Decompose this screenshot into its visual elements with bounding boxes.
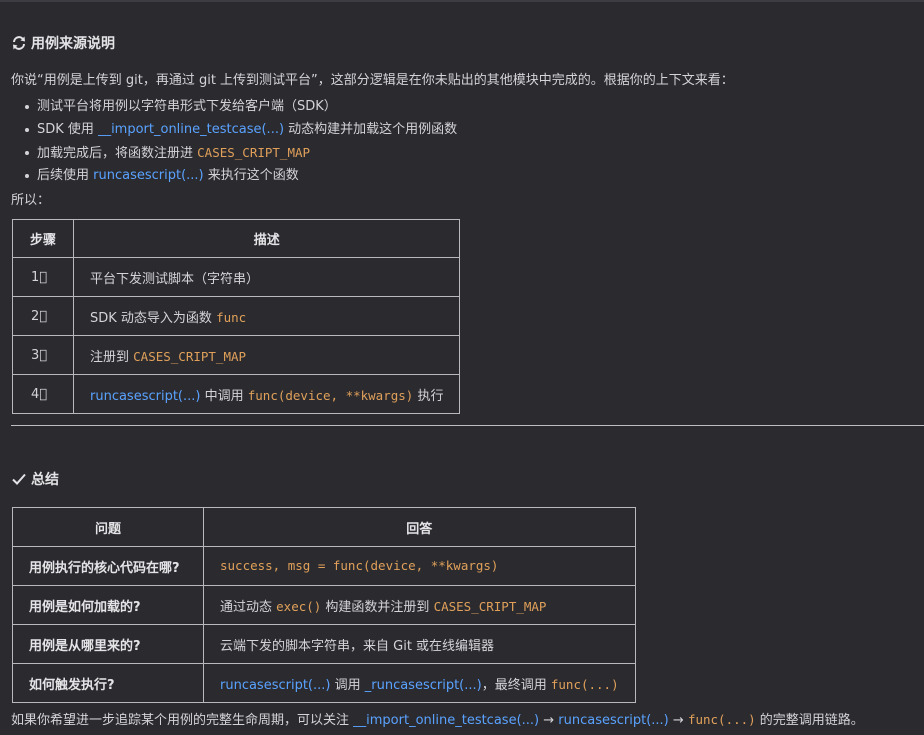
list-item: SDK 使用 __import_online_testcase(...) 动态构…: [25, 118, 457, 141]
code-link[interactable]: runcasescript(...): [220, 678, 330, 693]
code-link[interactable]: _runcasescript(...): [365, 678, 482, 693]
inline-code: CASES_CRIPT_MAP: [433, 598, 547, 614]
question-cell: 如何触发执行?: [12, 663, 204, 703]
inline-code: success, msg = func(device, **kwargs): [220, 558, 499, 573]
code-link[interactable]: runcasescript(...): [558, 713, 668, 728]
column-header: 步骤: [12, 219, 74, 258]
step-number: 2⃣: [12, 296, 74, 336]
table-row: 2⃣ SDK 动态导入为函数 func: [12, 296, 461, 336]
list-item: 后续使用 runcasescript(...) 来执行这个函数: [25, 164, 457, 187]
answer-cell: runcasescript(...) 调用 _runcasescript(...…: [203, 663, 636, 703]
inline-code: func: [216, 309, 247, 325]
steps-table: 步骤 描述 1⃣ 平台下发测试脚本（字符串） 2⃣ SDK 动态导入为函数 fu…: [12, 219, 461, 414]
column-header: 问题: [12, 507, 204, 547]
bullet-list: 测试平台将用例以字符串形式下发给客户端（SDK） SDK 使用 __import…: [25, 95, 457, 187]
table-row: 3⃣ 注册到 CASES_CRIPT_MAP: [12, 335, 461, 375]
code-link[interactable]: runcasescript(...): [90, 389, 200, 404]
step-description: 平台下发测试脚本（字符串）: [72, 257, 461, 297]
step-number: 3⃣: [12, 335, 74, 375]
column-header: 描述: [72, 219, 461, 258]
step-number: 4⃣: [12, 374, 74, 414]
step-number: 1⃣: [12, 257, 74, 297]
table-row: 1⃣ 平台下发测试脚本（字符串）: [12, 257, 461, 297]
summary-table: 问题 回答 用例执行的核心代码在哪? success, msg = func(d…: [12, 507, 636, 703]
code-link[interactable]: __import_online_testcase(...): [98, 122, 284, 137]
answer-cell: 云端下发的脚本字符串，来自 Git 或在线编辑器: [203, 624, 636, 664]
footer-paragraph: 如果你希望进一步追踪某个用例的完整生命周期，可以关注 __import_onli…: [11, 712, 864, 728]
answer-cell: success, msg = func(device, **kwargs): [203, 546, 636, 586]
list-item: 测试平台将用例以字符串形式下发给客户端（SDK）: [25, 95, 457, 118]
section-title: 用例来源说明: [31, 36, 115, 52]
divider: [11, 425, 924, 426]
list-item: 加载完成后，将函数注册进 CASES_CRIPT_MAP: [25, 141, 457, 164]
inline-code: CASES_CRIPT_MAP: [197, 145, 311, 160]
inline-code: func(...): [550, 676, 619, 692]
table-header-row: 步骤 描述: [12, 219, 461, 258]
column-header: 回答: [203, 507, 636, 547]
section-heading-summary: 总结: [11, 469, 59, 489]
inline-code: func(device, **kwargs): [247, 387, 414, 403]
question-cell: 用例是从哪里来的?: [12, 624, 204, 664]
inline-code: func(...): [687, 712, 756, 727]
section-heading-source: 用例来源说明: [11, 33, 115, 53]
table-row: 用例是如何加载的? 通过动态 exec() 构建函数并注册到 CASES_CRI…: [12, 585, 636, 625]
table-header-row: 问题 回答: [12, 507, 636, 547]
answer-cell: 通过动态 exec() 构建函数并注册到 CASES_CRIPT_MAP: [203, 585, 636, 625]
question-cell: 用例是如何加载的?: [12, 585, 204, 625]
step-description: 注册到 CASES_CRIPT_MAP: [72, 335, 461, 375]
refresh-icon: [13, 36, 25, 50]
code-link[interactable]: __import_online_testcase(...): [353, 713, 539, 728]
section-title: 总结: [31, 472, 59, 488]
question-cell: 用例执行的核心代码在哪?: [12, 546, 204, 586]
check-icon: [12, 473, 26, 485]
step-description: runcasescript(...) 中调用 func(device, **kw…: [72, 374, 461, 414]
step-description: SDK 动态导入为函数 func: [72, 296, 461, 336]
table-row: 如何触发执行? runcasescript(...) 调用 _runcasesc…: [12, 663, 636, 703]
inline-code: exec(): [276, 598, 322, 614]
table-row: 用例是从哪里来的? 云端下发的脚本字符串，来自 Git 或在线编辑器: [12, 624, 636, 664]
table-row: 用例执行的核心代码在哪? success, msg = func(device,…: [12, 546, 636, 586]
table-row: 4⃣ runcasescript(...) 中调用 func(device, *…: [12, 374, 461, 414]
chat-message: 用例来源说明 你说“用例是上传到 git，再通过 git 上传到测试平台”，这部…: [0, 0, 924, 735]
code-link[interactable]: runcasescript(...): [93, 168, 203, 183]
so-text: 所以：: [11, 193, 51, 208]
inline-code: CASES_CRIPT_MAP: [133, 348, 247, 364]
intro-paragraph: 你说“用例是上传到 git，再通过 git 上传到测试平台”，这部分逻辑是在你未…: [11, 73, 734, 88]
